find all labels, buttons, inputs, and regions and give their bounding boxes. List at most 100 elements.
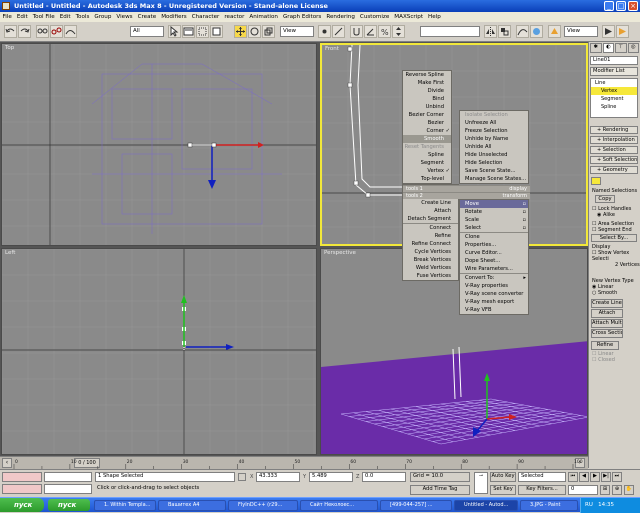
window-crossing-icon[interactable]: [210, 25, 223, 38]
menu-item-edit[interactable]: Edit: [57, 12, 73, 22]
closed-checkbox[interactable]: ☐ Closed: [592, 357, 640, 363]
rotate-icon[interactable]: [248, 25, 261, 38]
quad-item-clone[interactable]: Clone: [460, 233, 528, 241]
motion-tab-icon[interactable]: ◎: [627, 43, 639, 53]
stack-item-spline[interactable]: Spline: [591, 103, 637, 111]
curve-editor-icon[interactable]: [516, 25, 529, 38]
menu-item-reactor[interactable]: reactor: [222, 12, 247, 22]
vertex-subobject-icon[interactable]: [591, 177, 601, 185]
quad-item-spline[interactable]: Spline: [403, 151, 451, 159]
move-icon[interactable]: [234, 25, 247, 38]
quad-item-isolate-selection[interactable]: Isolate Selection: [460, 111, 528, 119]
quad-item-v-ray-mesh-export[interactable]: V-Ray mesh export: [460, 298, 528, 306]
stack-item-vertex[interactable]: Vertex: [591, 87, 637, 95]
quad-item-bind[interactable]: Bind: [403, 95, 451, 103]
render-last-icon[interactable]: [616, 25, 629, 38]
select-and-link-icon[interactable]: [36, 25, 49, 38]
menu-item-customize[interactable]: Customize: [357, 12, 391, 22]
attach-button[interactable]: Attach: [591, 309, 623, 318]
stack-item-segment[interactable]: Segment: [591, 95, 637, 103]
spinner-snap-icon[interactable]: [392, 25, 405, 38]
quad-item-unbind[interactable]: Unbind: [403, 103, 451, 111]
minimize-button[interactable]: _: [604, 1, 614, 11]
settings-box-icon[interactable]: ▫: [522, 224, 526, 232]
quad-item-reverse-spline[interactable]: Reverse Spline: [403, 71, 451, 79]
start-button-secondary[interactable]: пуск: [48, 499, 90, 511]
select-by-button[interactable]: Select By...: [591, 234, 637, 242]
quick-render-icon[interactable]: [602, 25, 615, 38]
quad-item-hide-unselected[interactable]: Hide Unselected: [460, 151, 528, 159]
settings-box-icon[interactable]: ▫: [522, 208, 526, 216]
quad-item-unfreeze-all[interactable]: Unfreeze All: [460, 119, 528, 127]
maxscript-listener-pink[interactable]: [2, 472, 42, 482]
taskbar-task-7[interactable]: 3.JPG - Paint: [520, 500, 578, 511]
attach-mult-button[interactable]: Attach Mult.: [591, 319, 623, 328]
rollout-rendering[interactable]: + Rendering: [590, 126, 638, 134]
percent-snap-icon[interactable]: %: [378, 25, 391, 38]
next-frame-icon[interactable]: ▶|: [601, 472, 611, 482]
menu-item-edit[interactable]: Edit: [14, 12, 30, 22]
pan-icon[interactable]: ✋: [624, 485, 634, 495]
rollout-selection[interactable]: + Selection: [590, 146, 638, 154]
taskbar-task-2[interactable]: Вашитех А4: [158, 500, 226, 511]
menu-item-tools[interactable]: Tools: [73, 12, 92, 22]
undo-button[interactable]: [4, 25, 17, 38]
refine-button[interactable]: Refine: [591, 341, 619, 350]
smooth-radio[interactable]: ○ Smooth: [592, 290, 640, 296]
quad-item-rotate[interactable]: Rotate ▫: [460, 208, 528, 216]
quad-item-refine-connect[interactable]: Refine Connect: [403, 240, 458, 248]
create-tab-icon[interactable]: ✱: [590, 43, 602, 53]
modifier-list-dropdown[interactable]: Modifier List: [590, 67, 638, 76]
taskbar-task-1[interactable]: 1. Within Templa...: [94, 500, 156, 511]
menu-item-file[interactable]: File: [0, 12, 14, 22]
scale-icon[interactable]: [262, 25, 275, 38]
rollout-soft-selection[interactable]: + Soft Selection: [590, 156, 638, 164]
x-coord-field[interactable]: 43.333: [256, 472, 300, 482]
go-to-end-icon[interactable]: ⏭: [612, 472, 622, 482]
maximize-button[interactable]: □: [616, 1, 626, 11]
current-frame-field[interactable]: 0: [568, 485, 598, 495]
create-line-button[interactable]: Create Line: [591, 299, 623, 308]
maxscript-listener-white[interactable]: [44, 472, 92, 482]
bind-space-warp-icon[interactable]: [64, 25, 77, 38]
quad-item-corner[interactable]: Corner ✓: [403, 127, 451, 135]
quad-item-refine[interactable]: Refine: [403, 232, 458, 240]
align-icon[interactable]: [498, 25, 511, 38]
quad-item-v-ray-properties[interactable]: V-Ray properties: [460, 282, 528, 290]
close-button[interactable]: ×: [628, 1, 638, 11]
hierarchy-tab-icon[interactable]: ⊤: [615, 43, 627, 53]
menu-item-group[interactable]: Group: [92, 12, 114, 22]
copy-button[interactable]: Copy: [595, 195, 615, 203]
time-config-icon[interactable]: ⊞: [600, 485, 610, 495]
quad-item-wire-parameters[interactable]: Wire Parameters...: [460, 265, 528, 273]
viewport-left[interactable]: Left: [1, 248, 317, 455]
quad-item-segment[interactable]: Segment: [403, 159, 451, 167]
menu-item-tool-file[interactable]: Tool File: [30, 12, 57, 22]
app-icon[interactable]: [2, 2, 10, 10]
quad-item-vertex[interactable]: Vertex ✓: [403, 167, 451, 175]
stack-item-line[interactable]: Line: [591, 79, 637, 87]
add-time-tag-button[interactable]: Add Time Tag: [410, 485, 470, 495]
key-mode-dropdown[interactable]: Selected: [518, 472, 566, 482]
quad-item-divide[interactable]: Divide: [403, 87, 451, 95]
zoom-icon[interactable]: ⊕: [612, 485, 622, 495]
named-selection-set-dropdown[interactable]: [420, 26, 480, 37]
quad-item-select[interactable]: Select ▫: [460, 224, 528, 232]
y-coord-field[interactable]: 5.489: [309, 472, 353, 482]
menu-item-help[interactable]: Help: [426, 12, 444, 22]
object-name-field[interactable]: Line01: [590, 56, 638, 65]
render-scene-icon[interactable]: [548, 25, 561, 38]
menu-item-character[interactable]: Character: [189, 12, 222, 22]
start-button[interactable]: пуск: [0, 498, 44, 512]
play-icon[interactable]: ▶: [590, 472, 600, 482]
menu-item-rendering[interactable]: Rendering: [324, 12, 358, 22]
pivot-point-icon[interactable]: [318, 25, 331, 38]
taskbar-task-4[interactable]: Сайт Неколоес...: [300, 500, 378, 511]
quad-item-bezier-corner[interactable]: Bezier Corner: [403, 111, 451, 119]
quad-item-properties[interactable]: Properties...: [460, 241, 528, 249]
mirror-icon[interactable]: [484, 25, 497, 38]
rectangular-selection-icon[interactable]: [196, 25, 209, 38]
rollout-interpolation[interactable]: + Interpolation: [590, 136, 638, 144]
quad-item-move[interactable]: Move ▫: [460, 200, 528, 208]
quad-item-detach-segment[interactable]: Detach Segment: [403, 215, 458, 223]
